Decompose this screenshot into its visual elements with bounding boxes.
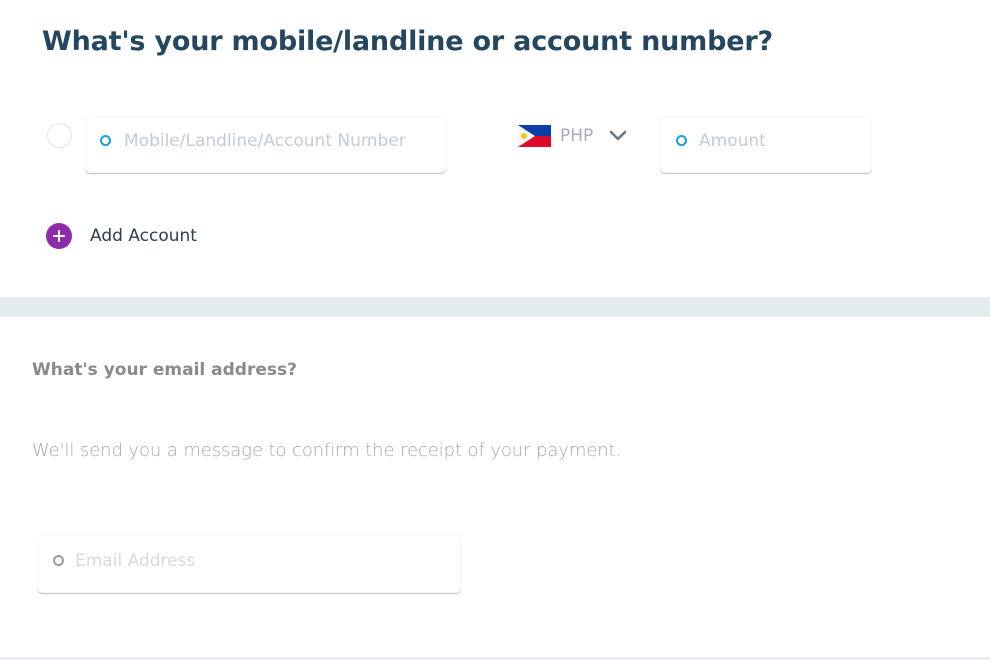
email-section-description: We'll send you a message to confirm the …: [32, 440, 622, 461]
amount-placeholder: Amount: [699, 131, 766, 151]
amount-input[interactable]: Amount: [660, 116, 872, 173]
add-account-label: Add Account: [90, 226, 197, 246]
account-select-radio[interactable]: [47, 123, 72, 148]
currency-code: PHP: [560, 126, 594, 146]
page-title: What's your mobile/landline or account n…: [42, 26, 773, 57]
chevron-down-icon: [609, 130, 627, 141]
philippines-flag-icon: [518, 125, 551, 147]
section-divider: [0, 297, 990, 317]
email-placeholder: Email Address: [75, 551, 196, 571]
field-indicator-icon: [53, 555, 64, 566]
mobile-number-placeholder: Mobile/Landline/Account Number: [124, 131, 406, 151]
add-account-button[interactable]: Add Account: [46, 223, 197, 249]
field-indicator-icon: [676, 135, 687, 146]
email-section-title: What's your email address?: [32, 360, 297, 380]
currency-selector[interactable]: PHP: [518, 124, 627, 148]
field-indicator-icon: [100, 135, 111, 146]
plus-icon: [46, 223, 72, 249]
mobile-number-input[interactable]: Mobile/Landline/Account Number: [85, 116, 446, 173]
email-address-input[interactable]: Email Address: [37, 534, 461, 593]
